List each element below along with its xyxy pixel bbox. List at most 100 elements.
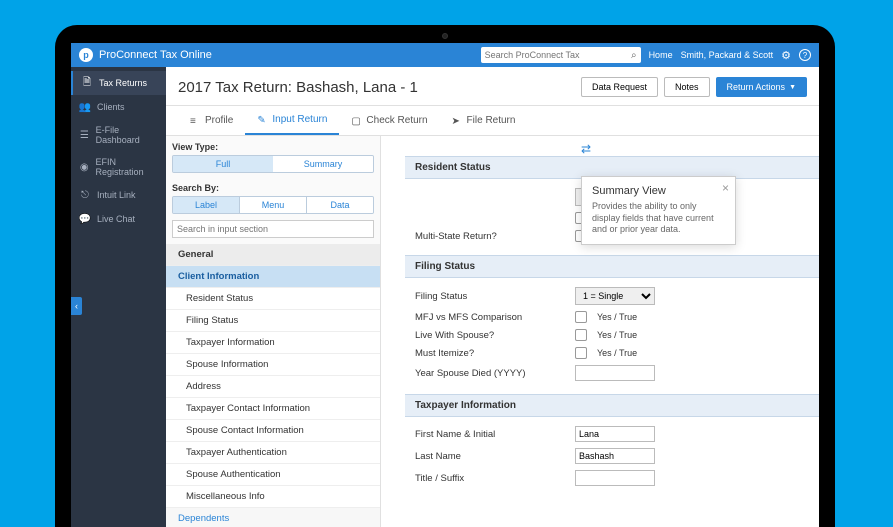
tab-profile[interactable]: ≡ Profile (178, 106, 245, 135)
tooltip-title: Summary View (592, 185, 725, 197)
list-icon: ≡ (190, 116, 200, 126)
gear-icon[interactable]: ⚙ (781, 49, 791, 62)
tab-label: Check Return (366, 115, 427, 126)
live-spouse-checkbox[interactable] (575, 329, 587, 341)
return-actions-button[interactable]: Return Actions▼ (716, 77, 807, 97)
chevron-down-icon: ▼ (789, 84, 796, 91)
multi-state-label: Multi-State Return? (415, 231, 565, 242)
return-actions-label: Return Actions (727, 82, 786, 92)
last-name-input[interactable] (575, 448, 655, 464)
tree-group-general[interactable]: General (166, 244, 380, 266)
search-by-label-button[interactable]: Label (173, 197, 240, 213)
tree-item[interactable]: Spouse Information (166, 354, 380, 376)
form-panel: ⇄ × Summary View Provides the ability to… (381, 136, 819, 527)
view-type-toggle: Full Summary (172, 155, 374, 173)
tree-item[interactable]: Address (166, 376, 380, 398)
tree-item[interactable]: Taxpayer Contact Information (166, 398, 380, 420)
search-by-label: Search By: (166, 177, 380, 196)
top-bar: p ProConnect Tax Online ⌕ Home Smith, Pa… (71, 43, 819, 67)
section-filing-status: Filing Status (405, 255, 819, 278)
view-summary-button[interactable]: Summary (273, 156, 373, 172)
document-icon: 🗎 (81, 77, 93, 89)
people-icon: 👥 (79, 101, 91, 113)
close-icon[interactable]: × (722, 181, 729, 195)
global-search[interactable]: ⌕ (481, 47, 641, 63)
sidebar-item-label: Clients (97, 102, 125, 112)
itemize-checkbox[interactable] (575, 347, 587, 359)
tree-item[interactable]: Spouse Authentication (166, 464, 380, 486)
sidebar-item-tax-returns[interactable]: 🗎 Tax Returns (71, 71, 166, 95)
send-icon: ➤ (452, 116, 462, 126)
tree-item[interactable]: Resident Status (166, 288, 380, 310)
tab-label: Profile (205, 115, 233, 126)
sidebar: 🗎Tax Returns 👥Clients ☰E-File Dashboard … (71, 67, 166, 527)
section-tree: General Client Information Resident Stat… (166, 244, 380, 527)
tree-item[interactable]: Taxpayer Information (166, 332, 380, 354)
year-spouse-died-input[interactable] (575, 365, 655, 381)
dashboard-icon: ☰ (79, 129, 90, 141)
filing-status-label: Filing Status (415, 291, 565, 302)
sidebar-item-label: Live Chat (97, 214, 135, 224)
checkbox-label: Yes / True (597, 312, 637, 322)
tooltip-body: Provides the ability to only display fie… (592, 201, 725, 236)
summary-tooltip: × Summary View Provides the ability to o… (581, 176, 736, 245)
itemize-label: Must Itemize? (415, 348, 565, 359)
search-input[interactable] (485, 50, 631, 60)
tree-item[interactable]: Miscellaneous Info (166, 486, 380, 508)
tab-check-return[interactable]: ▢ Check Return (339, 106, 439, 135)
collapse-sidebar-button[interactable]: ‹ (71, 297, 82, 315)
search-by-menu-button[interactable]: Menu (240, 197, 307, 213)
first-name-label: First Name & Initial (415, 429, 565, 440)
tree-item-dependents[interactable]: Dependents (166, 508, 380, 527)
filing-status-select[interactable]: 1 = Single (575, 287, 655, 305)
tab-input-return[interactable]: ✎ Input Return (245, 106, 339, 135)
help-icon[interactable]: ? (799, 49, 811, 61)
tree-item[interactable]: Filing Status (166, 310, 380, 332)
tree-item-client-info[interactable]: Client Information (166, 266, 380, 288)
mfj-label: MFJ vs MFS Comparison (415, 312, 565, 323)
data-request-button[interactable]: Data Request (581, 77, 658, 97)
last-name-label: Last Name (415, 451, 565, 462)
sidebar-item-efile[interactable]: ☰ E-File Dashboard (71, 119, 166, 151)
sidebar-item-label: Tax Returns (99, 78, 147, 88)
page-title: 2017 Tax Return: Bashash, Lana - 1 (178, 79, 418, 96)
title-suffix-label: Title / Suffix (415, 473, 565, 484)
mfj-checkbox[interactable] (575, 311, 587, 323)
sort-icon[interactable]: ⇄ (581, 142, 819, 156)
brand-icon: p (79, 48, 93, 62)
home-link[interactable]: Home (649, 50, 673, 60)
section-search-input[interactable] (172, 220, 374, 238)
title-suffix-input[interactable] (575, 470, 655, 486)
input-navigator: View Type: Full Summary Search By: Label… (166, 136, 381, 527)
view-full-button[interactable]: Full (173, 156, 273, 172)
checkbox-label: Yes / True (597, 348, 637, 358)
page-icon: ▢ (351, 116, 361, 126)
firm-name[interactable]: Smith, Packard & Scott (681, 50, 774, 60)
search-by-toggle: Label Menu Data (172, 196, 374, 214)
live-spouse-label: Live With Spouse? (415, 330, 565, 341)
sidebar-item-efin[interactable]: ◉ EFIN Registration (71, 151, 166, 183)
chat-icon: 💬 (79, 213, 91, 225)
sidebar-item-label: EFIN Registration (96, 157, 158, 177)
tab-label: File Return (467, 115, 516, 126)
tab-file-return[interactable]: ➤ File Return (440, 106, 528, 135)
section-taxpayer-info: Taxpayer Information (405, 394, 819, 417)
brand-name: ProConnect Tax Online (99, 49, 212, 61)
pencil-icon: ✎ (257, 115, 267, 125)
search-icon[interactable]: ⌕ (631, 50, 637, 61)
sidebar-item-clients[interactable]: 👥 Clients (71, 95, 166, 119)
notes-button[interactable]: Notes (664, 77, 710, 97)
tab-label: Input Return (272, 114, 327, 125)
tabs: ≡ Profile ✎ Input Return ▢ Check Return ➤ Fi… (166, 106, 819, 136)
sidebar-item-link[interactable]: ⎋ Intuit Link (71, 183, 166, 207)
sidebar-item-label: Intuit Link (97, 190, 136, 200)
link-icon: ⎋ (79, 189, 91, 201)
first-name-input[interactable] (575, 426, 655, 442)
tree-item[interactable]: Spouse Contact Information (166, 420, 380, 442)
badge-icon: ◉ (79, 161, 90, 173)
tree-item[interactable]: Taxpayer Authentication (166, 442, 380, 464)
sidebar-item-label: E-File Dashboard (96, 125, 158, 145)
year-spouse-died-label: Year Spouse Died (YYYY) (415, 368, 565, 379)
sidebar-item-chat[interactable]: 💬 Live Chat (71, 207, 166, 231)
search-by-data-button[interactable]: Data (307, 197, 373, 213)
